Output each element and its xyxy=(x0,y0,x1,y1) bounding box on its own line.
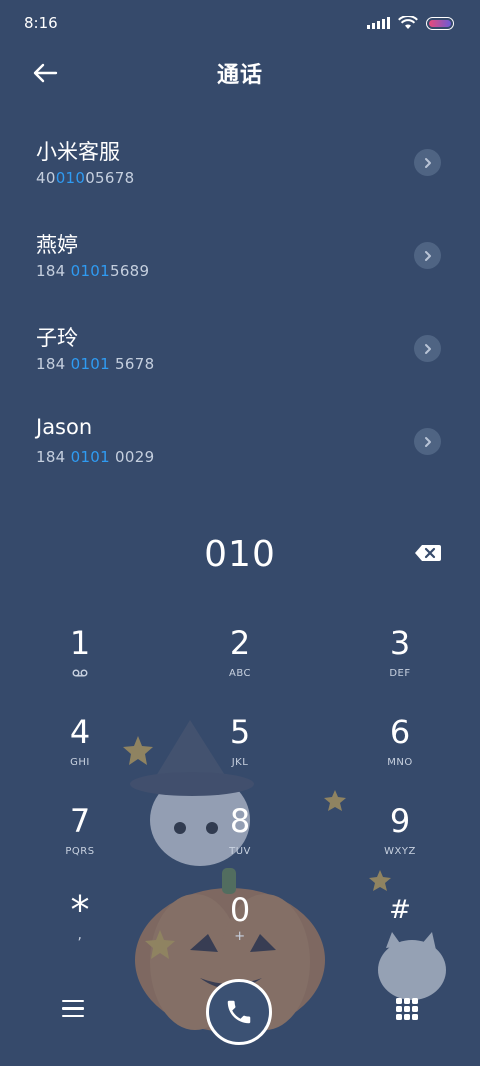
battery-icon xyxy=(426,16,454,30)
key-letters: TUV xyxy=(229,846,251,857)
back-button[interactable] xyxy=(28,58,62,88)
key-digit: 8 xyxy=(229,802,251,840)
key-star[interactable]: * , xyxy=(0,879,160,968)
keypad-grid-icon xyxy=(396,998,402,1004)
contact-number: 184 01015689 xyxy=(36,262,150,280)
key-letters: PQRS xyxy=(65,846,95,857)
contact-name: 子玲 xyxy=(36,326,78,350)
arrow-left-icon xyxy=(33,63,58,83)
key-2[interactable]: 2 ABC xyxy=(160,612,320,701)
contact-result-row[interactable]: Jason 184 0101 0029 xyxy=(0,393,480,486)
key-digit: 5 xyxy=(229,713,251,751)
voicemail-icon xyxy=(72,669,88,677)
chevron-right-icon xyxy=(424,343,431,354)
contact-result-row[interactable]: 燕婷 184 01015689 xyxy=(0,207,480,300)
key-4[interactable]: 4 GHI xyxy=(0,701,160,790)
menu-icon xyxy=(62,1000,84,1018)
wifi-icon xyxy=(398,16,418,29)
contact-name: 小米客服 xyxy=(36,140,120,164)
status-time: 8:16 xyxy=(24,14,58,32)
dial-input[interactable]: 010 xyxy=(0,526,480,582)
contact-number: 4001005678 xyxy=(36,169,135,187)
key-letters: + xyxy=(234,929,246,944)
backspace-button[interactable] xyxy=(414,542,442,564)
call-button[interactable] xyxy=(206,979,272,1045)
contact-name: Jason xyxy=(36,415,93,439)
key-digit: # xyxy=(389,895,411,925)
contact-results-list: 小米客服 4001005678 燕婷 184 01015689 子玲 184 0… xyxy=(0,114,480,508)
status-bar: 8:16 xyxy=(0,0,480,46)
contact-detail-button[interactable] xyxy=(414,149,441,176)
key-digit: 4 xyxy=(69,713,91,751)
contact-number: 184 0101 5678 xyxy=(36,355,155,373)
key-0[interactable]: 0 + xyxy=(160,879,320,968)
key-digit: 0 xyxy=(229,891,251,929)
number-match-highlight: 0101 xyxy=(70,448,110,466)
dial-keypad: 1 2 ABC 3 DEF 4 GHI 5 JKL 6 MNO 7 PQRS 8… xyxy=(0,612,480,968)
header: 通话 xyxy=(0,46,480,100)
chevron-right-icon xyxy=(424,157,431,168)
key-6[interactable]: 6 MNO xyxy=(320,701,480,790)
status-icons xyxy=(367,16,454,30)
key-letters: WXYZ xyxy=(384,846,416,857)
signal-icon xyxy=(367,17,390,29)
contact-name: 燕婷 xyxy=(36,233,78,257)
chevron-right-icon xyxy=(424,250,431,261)
menu-button[interactable] xyxy=(62,1000,84,1020)
dialed-number: 010 xyxy=(204,533,276,575)
key-digit: 7 xyxy=(69,802,91,840)
key-3[interactable]: 3 DEF xyxy=(320,612,480,701)
key-digit: 1 xyxy=(69,624,91,662)
keypad-toggle-button[interactable] xyxy=(396,998,418,1020)
key-digit: 9 xyxy=(389,802,411,840)
key-9[interactable]: 9 WXYZ xyxy=(320,790,480,879)
phone-icon xyxy=(227,1000,251,1024)
key-digit: * xyxy=(70,888,90,932)
key-5[interactable]: 5 JKL xyxy=(160,701,320,790)
backspace-icon xyxy=(415,545,441,561)
key-hash[interactable]: # xyxy=(320,879,480,968)
key-digit: 2 xyxy=(229,624,251,662)
page-title: 通话 xyxy=(216,63,263,88)
contact-detail-button[interactable] xyxy=(414,335,441,362)
chevron-right-icon xyxy=(424,436,431,447)
number-match-highlight: 0101 xyxy=(70,262,110,280)
key-letters: MNO xyxy=(387,757,413,768)
key-digit: 3 xyxy=(389,624,411,662)
contact-result-row[interactable]: 子玲 184 0101 5678 xyxy=(0,300,480,393)
key-letters: ABC xyxy=(228,668,251,679)
contact-result-row[interactable]: 小米客服 4001005678 xyxy=(0,114,480,207)
key-1[interactable]: 1 xyxy=(0,612,160,701)
key-digit: 6 xyxy=(389,713,411,751)
contact-detail-button[interactable] xyxy=(414,428,441,455)
contact-number: 184 0101 0029 xyxy=(36,448,155,466)
key-7[interactable]: 7 PQRS xyxy=(0,790,160,879)
bottom-bar xyxy=(0,976,480,1066)
key-8[interactable]: 8 TUV xyxy=(160,790,320,879)
number-match-highlight: 0101 xyxy=(70,355,110,373)
key-letters: JKL xyxy=(231,757,249,768)
key-letters: GHI xyxy=(70,757,90,768)
number-match-highlight: 010 xyxy=(55,169,86,187)
key-letters: , xyxy=(77,927,83,943)
key-letters: DEF xyxy=(389,668,411,679)
contact-detail-button[interactable] xyxy=(414,242,441,269)
